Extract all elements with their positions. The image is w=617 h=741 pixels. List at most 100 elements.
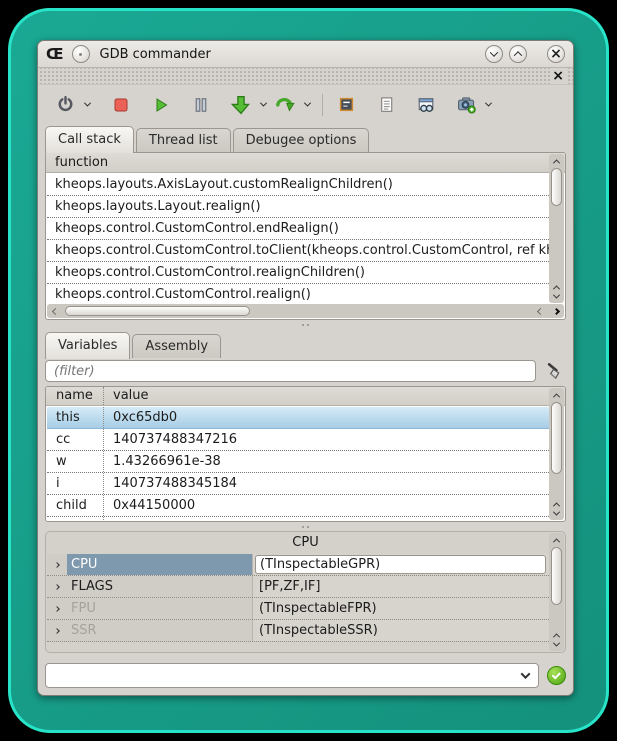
dock-close-icon[interactable]: × <box>550 68 566 84</box>
cpu-register-row[interactable]: FPU (TInspectableFPR) <box>47 598 549 620</box>
tab-label: Debugee options <box>246 133 357 148</box>
pause-button[interactable] <box>188 91 214 119</box>
cpu-register-row[interactable]: FLAGS [PF,ZF,IF] <box>47 576 549 598</box>
rollup-button[interactable] <box>509 45 527 63</box>
window-menu-button[interactable] <box>72 45 90 63</box>
callstack-frame-row[interactable]: kheops.control.CustomControl.realignChil… <box>47 262 549 284</box>
register-value[interactable]: (TInspectableFPR) <box>253 598 549 619</box>
column-header-value[interactable]: value <box>104 387 565 405</box>
variable-value: 1.43266961e-38 <box>104 517 549 521</box>
variable-row[interactable]: child 0x44150000 <box>47 495 549 517</box>
scroll-down-icon[interactable] <box>554 292 559 300</box>
variable-name: i <box>47 473 104 494</box>
scrollbar-thumb[interactable] <box>65 306 250 316</box>
run-button[interactable] <box>148 91 174 119</box>
scroll-up-icon[interactable] <box>549 388 564 402</box>
command-bar <box>38 653 573 688</box>
variable-row[interactable]: this 0xc65db0 <box>47 407 549 429</box>
debugger-toolbar <box>38 85 573 122</box>
tab[interactable]: Thread list <box>136 128 231 152</box>
stack-tabbar: Call stack Thread list Debugee options <box>38 122 573 152</box>
variables-vertical-scrollbar[interactable] <box>549 388 564 520</box>
variable-row[interactable]: i 140737488345184 <box>47 473 549 495</box>
scrollbar-thumb[interactable] <box>551 168 562 206</box>
splitter-handle[interactable] <box>38 522 573 531</box>
command-combobox[interactable] <box>45 663 539 688</box>
window-title: GDB commander <box>98 47 477 62</box>
splitter-handle[interactable] <box>38 320 573 329</box>
expander-icon[interactable] <box>47 620 67 641</box>
filter-input[interactable] <box>45 360 536 382</box>
register-value[interactable]: (TInspectableSSR) <box>253 620 549 641</box>
variable-row[interactable]: w 1.43266961e-38 <box>47 451 549 473</box>
power-dropdown[interactable] <box>80 91 94 119</box>
scroll-up-icon[interactable] <box>549 154 564 168</box>
scroll-down-icon[interactable] <box>554 509 559 517</box>
scroll-left-icon[interactable] <box>47 309 63 314</box>
step-over-dropdown[interactable] <box>300 91 314 119</box>
scrollbar-thumb[interactable] <box>551 547 562 605</box>
rolldown-button[interactable] <box>485 45 503 63</box>
disassembly-button[interactable] <box>333 91 359 119</box>
step-into-dropdown[interactable] <box>256 91 270 119</box>
cpu-vertical-scrollbar[interactable] <box>549 533 564 651</box>
step-over-button[interactable] <box>272 91 298 119</box>
expander-icon[interactable] <box>47 598 67 619</box>
scroll-up-icon[interactable] <box>554 631 559 639</box>
watches-button[interactable] <box>413 91 439 119</box>
cpu-register-row[interactable]: CPU (TInspectableGPR) <box>47 554 549 576</box>
power-button[interactable] <box>52 91 78 119</box>
variable-name: b <box>47 517 104 521</box>
close-button[interactable]: × <box>547 45 565 63</box>
scroll-up-icon[interactable] <box>554 283 559 291</box>
cpu-register-tree: CPU (TInspectableGPR) FLAGS [PF,ZF,IF] F… <box>47 554 549 652</box>
column-header-name[interactable]: name <box>46 387 104 405</box>
chevron-down-icon <box>484 100 491 107</box>
expander-icon[interactable] <box>47 576 67 597</box>
register-value[interactable]: (TInspectableGPR) <box>253 554 549 575</box>
command-input[interactable] <box>46 664 512 687</box>
window-buttons: × <box>485 45 565 63</box>
scroll-down-icon[interactable] <box>554 640 559 648</box>
scroll-up-icon[interactable] <box>554 500 559 508</box>
inspect-button[interactable] <box>453 91 479 119</box>
app-logo-icon: Œ <box>46 47 64 62</box>
callstack-horizontal-scrollbar[interactable] <box>47 304 564 318</box>
tab-label: Thread list <box>149 133 218 148</box>
scroll-right-icon[interactable] <box>548 309 564 314</box>
stop-button[interactable] <box>108 91 134 119</box>
expander-icon[interactable] <box>47 554 67 575</box>
callstack-frame-row[interactable]: kheops.control.CustomControl.endRealign(… <box>47 218 549 240</box>
scroll-up-icon[interactable] <box>549 533 564 547</box>
clear-filter-button[interactable] <box>542 359 566 383</box>
inspect-dropdown[interactable] <box>481 91 495 119</box>
tab[interactable]: Call stack <box>45 126 134 153</box>
cpu-groupbox: CPU CPU (TInspectableGPR) FLAGS [PF,ZF,I… <box>45 531 566 653</box>
source-list-button[interactable] <box>373 91 399 119</box>
tab-label: Variables <box>58 338 117 353</box>
scrollbar-thumb[interactable] <box>551 402 562 474</box>
callstack-frame-row[interactable]: kheops.control.CustomControl.realign() <box>47 284 549 303</box>
toolbar-separator <box>322 94 323 116</box>
chevron-up-icon <box>514 51 522 59</box>
variables-list: this 0xc65db0 cc 140737488347216 w 1.432… <box>47 407 549 521</box>
scroll-left-icon[interactable] <box>532 309 548 314</box>
callstack-frame-row[interactable]: kheops.layouts.Layout.realign() <box>47 196 549 218</box>
variable-row[interactable]: cc 140737488347216 <box>47 429 549 451</box>
register-value[interactable]: [PF,ZF,IF] <box>253 576 549 597</box>
callstack-vertical-scrollbar[interactable] <box>549 154 564 303</box>
step-into-button[interactable] <box>228 91 254 119</box>
cpu-register-row[interactable]: SSR (TInspectableSSR) <box>47 620 549 642</box>
variable-row[interactable]: b 1.43266961e-38 <box>47 517 549 521</box>
accept-button[interactable] <box>547 666 566 685</box>
pause-icon <box>193 97 209 113</box>
callstack-column-header[interactable]: function <box>46 153 565 173</box>
tab[interactable]: Variables <box>45 332 130 359</box>
callstack-frame-row[interactable]: kheops.control.CustomControl.toClient(kh… <box>47 240 549 262</box>
tab[interactable]: Assembly <box>132 334 221 358</box>
tab[interactable]: Debugee options <box>233 128 370 152</box>
chevron-down-icon <box>303 100 310 107</box>
callstack-frame-row[interactable]: kheops.layouts.AxisLayout.customRealignC… <box>47 174 549 196</box>
combo-dropdown[interactable] <box>512 664 538 687</box>
dock-titlebar[interactable]: × <box>38 68 573 85</box>
